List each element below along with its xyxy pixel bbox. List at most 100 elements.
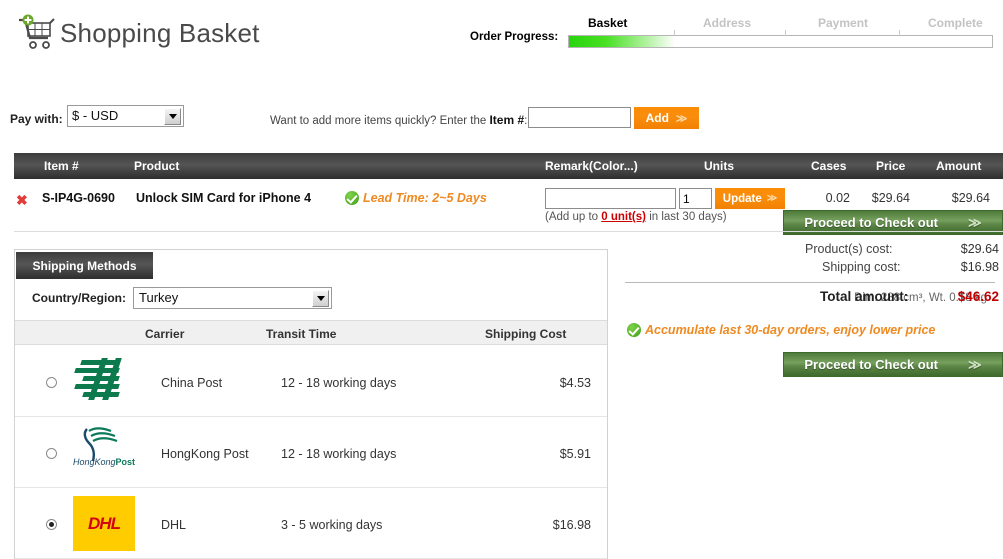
update-button-label: Update: [722, 192, 762, 205]
progress-step-complete: Complete: [928, 16, 983, 30]
product-price: $29.64: [871, 191, 910, 205]
product-cases: 0.02: [825, 191, 850, 205]
order-progress-steps: Basket Address Payment Complete: [568, 16, 993, 32]
total-amount-value: $46.62: [957, 289, 999, 304]
order-progress-fill: [569, 36, 675, 47]
check-circle-icon: [627, 323, 641, 337]
carrier-transit-time: 12 - 18 working days: [281, 447, 397, 461]
column-header-price: Price: [876, 159, 906, 173]
quick-add-hint-bold: Item #: [489, 113, 525, 127]
table-row-divider: [14, 231, 1003, 232]
lead-time-badge: Lead Time: 2~5 Days: [345, 191, 487, 205]
carrier-shipping-cost: $5.91: [559, 447, 591, 461]
lead-time-text: Lead Time: 2~5 Days: [363, 191, 487, 205]
shipping-option-row[interactable]: DHL DHL 3 - 5 working days $16.98: [15, 488, 607, 559]
progress-step-basket: Basket: [588, 16, 628, 30]
order-progress-label: Order Progress:: [470, 31, 559, 43]
hongkong-post-logo: HongKongPost: [73, 425, 151, 480]
shipping-radio-hongkong-post[interactable]: [46, 448, 57, 459]
shopping-basket-page: Shopping Basket Order Progress: Basket A…: [0, 0, 1003, 559]
hk-logo-text-2: Post: [115, 457, 136, 467]
shipping-option-row[interactable]: HongKongPost HongKong Post 12 - 18 worki…: [15, 417, 607, 488]
page-title: Shopping Basket: [60, 18, 260, 48]
chevron-right-icon: ≫: [968, 356, 982, 372]
item-number-input[interactable]: [528, 107, 631, 128]
carrier-shipping-cost: $4.53: [559, 376, 591, 390]
column-header-product: Product: [134, 159, 180, 173]
column-header-cases: Cases: [811, 159, 847, 173]
order-progress: Order Progress: Basket Address Payment C…: [470, 16, 1003, 52]
carrier-name: HongKong Post: [161, 447, 249, 461]
update-button[interactable]: Update ≫: [715, 188, 785, 209]
hk-logo-text-1: HongKong: [73, 457, 116, 467]
carrier-name: China Post: [161, 376, 223, 390]
country-region-value: Turkey: [139, 290, 179, 305]
add-up-units-link[interactable]: 0 unit(s): [601, 211, 646, 223]
proceed-to-checkout-button-bottom[interactable]: Proceed to Check out ≫: [783, 352, 1003, 377]
column-header-item-number: Item #: [44, 159, 79, 173]
add-item-button[interactable]: Add ≫: [634, 107, 699, 129]
progress-tick-1: [674, 30, 675, 36]
currency-select-value: $ - USD: [72, 108, 119, 123]
shipping-cost-label: Shipping cost:: [822, 260, 901, 274]
column-header-transit-time: Transit Time: [266, 327, 337, 341]
column-header-carrier: Carrier: [145, 327, 185, 341]
country-region-select[interactable]: Turkey: [133, 287, 332, 309]
product-sku: S-IP4G-0690: [42, 191, 115, 205]
chevron-right-icon: ≫: [766, 193, 778, 204]
check-circle-icon: [345, 191, 359, 205]
proceed-to-checkout-label-bottom: Proceed to Check out: [804, 357, 939, 372]
quick-add-hint: Want to add more items quickly? Enter th…: [270, 113, 527, 127]
basket-table-header: Item # Product Remark(Color...) Units Ca…: [14, 153, 1003, 179]
shipping-table-header: Carrier Transit Time Shipping Cost: [15, 320, 607, 345]
shopping-cart-icon: [17, 14, 55, 50]
product-amount: $29.64: [951, 191, 990, 205]
shipping-cost-value: $16.98: [960, 260, 999, 274]
accumulate-note: Accumulate last 30-day orders, enjoy low…: [627, 323, 935, 337]
summary-divider: [625, 282, 995, 283]
progress-step-payment: Payment: [818, 16, 869, 30]
table-row: ✖ S-IP4G-0690 Unlock SIM Card for iPhone…: [0, 183, 1003, 231]
progress-tick-2: [785, 30, 786, 36]
shipping-radio-china-post[interactable]: [46, 377, 57, 388]
delete-x-icon[interactable]: ✖: [16, 193, 29, 207]
carrier-name: DHL: [161, 518, 187, 532]
order-summary: Product(s) cost: $29.64 Shipping cost: $…: [625, 240, 1003, 380]
units-input[interactable]: [679, 188, 712, 209]
add-item-button-label: Add: [645, 111, 669, 125]
total-amount-label: Total amount:: [820, 289, 909, 304]
dhl-logo: DHL: [73, 496, 151, 551]
pay-with-label: Pay with:: [10, 112, 63, 126]
progress-tick-3: [899, 30, 900, 36]
column-header-amount: Amount: [936, 159, 982, 173]
country-region-label: Country/Region:: [32, 291, 126, 305]
china-post-logo: [73, 354, 151, 409]
column-header-shipping-cost: Shipping Cost: [485, 327, 567, 341]
add-up-note-prefix: (Add up to: [545, 211, 602, 223]
carrier-transit-time: 3 - 5 working days: [281, 518, 383, 532]
order-progress-bar: [568, 30, 993, 48]
quick-add-hint-text: Want to add more items quickly? Enter th…: [270, 115, 490, 127]
basket-toolbar: Pay with: $ - USD Want to add more items…: [0, 104, 1003, 235]
carrier-shipping-cost: $16.98: [552, 518, 591, 532]
chevron-down-icon[interactable]: [312, 290, 329, 307]
column-header-remark: Remark(Color...): [545, 159, 638, 173]
product-name[interactable]: Unlock SIM Card for iPhone 4: [136, 191, 311, 205]
product-cost-label: Product(s) cost:: [805, 242, 893, 256]
shipping-methods-tab[interactable]: Shipping Methods: [16, 252, 153, 279]
carrier-transit-time: 12 - 18 working days: [281, 376, 397, 390]
progress-step-address: Address: [703, 16, 752, 30]
product-cost-value: $29.64: [960, 242, 999, 256]
shipping-option-row[interactable]: China Post 12 - 18 working days $4.53: [15, 346, 607, 417]
dhl-logo-text: DHL: [88, 513, 121, 533]
chevron-right-icon: ≫: [675, 112, 688, 125]
currency-select[interactable]: $ - USD: [67, 105, 184, 127]
remark-input[interactable]: [545, 188, 676, 209]
quick-add-hint-colon: :: [524, 115, 528, 127]
shipping-radio-dhl[interactable]: [46, 519, 57, 530]
add-up-note-suffix: in last 30 days): [646, 211, 727, 223]
chevron-down-icon[interactable]: [164, 108, 181, 125]
add-up-note: (Add up to 0 unit(s) in last 30 days): [545, 211, 727, 223]
column-header-units: Units: [704, 159, 734, 173]
accumulate-note-text: Accumulate last 30-day orders, enjoy low…: [645, 323, 936, 337]
